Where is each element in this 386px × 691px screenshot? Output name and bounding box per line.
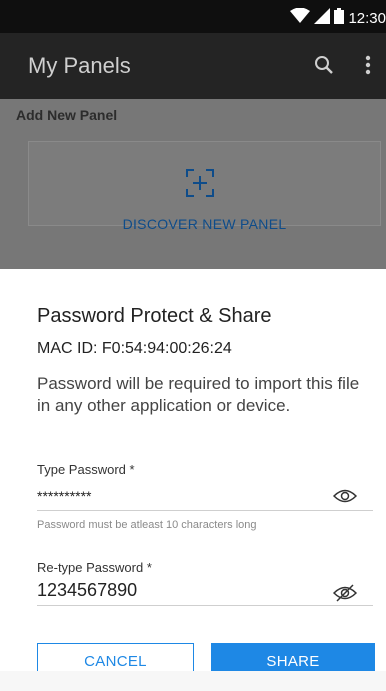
password-label: Type Password * [37,462,135,477]
discover-panel-card[interactable]: DISCOVER NEW PANEL [28,141,381,232]
scan-add-icon [185,168,215,198]
show-password-icon[interactable] [332,487,358,505]
hide-password-icon[interactable] [332,584,358,602]
dialog-description: Password will be required to import this… [37,374,360,415]
app-title: My Panels [28,53,131,78]
dialog-title: Password Protect & Share [37,305,272,327]
section-title: Add New Panel [16,107,118,123]
signal-icon [314,7,331,29]
app-bar: My Panels [0,33,386,99]
status-time: 12:30 [348,9,386,27]
bottom-strip [0,671,386,691]
wifi-icon [290,7,311,29]
password-input[interactable] [37,481,373,511]
page-content: Add New Panel DISCOVER NEW PANEL [0,99,386,269]
more-vert-icon[interactable] [362,53,374,77]
password-helper-text: Password must be atleast 10 characters l… [37,519,257,531]
password-share-dialog: Password Protect & Share MAC ID: F0:54:9… [0,269,386,679]
retype-password-label: Re-type Password * [37,560,152,575]
mac-id: MAC ID: F0:54:94:00:26:24 [37,340,232,357]
status-bar: 12:30 [0,0,386,33]
retype-password-input[interactable] [37,576,373,606]
status-icons: 12:30 [290,7,386,29]
search-icon[interactable] [312,53,336,77]
battery-icon [334,7,345,29]
discover-panel-label: DISCOVER NEW PANEL [122,216,287,232]
